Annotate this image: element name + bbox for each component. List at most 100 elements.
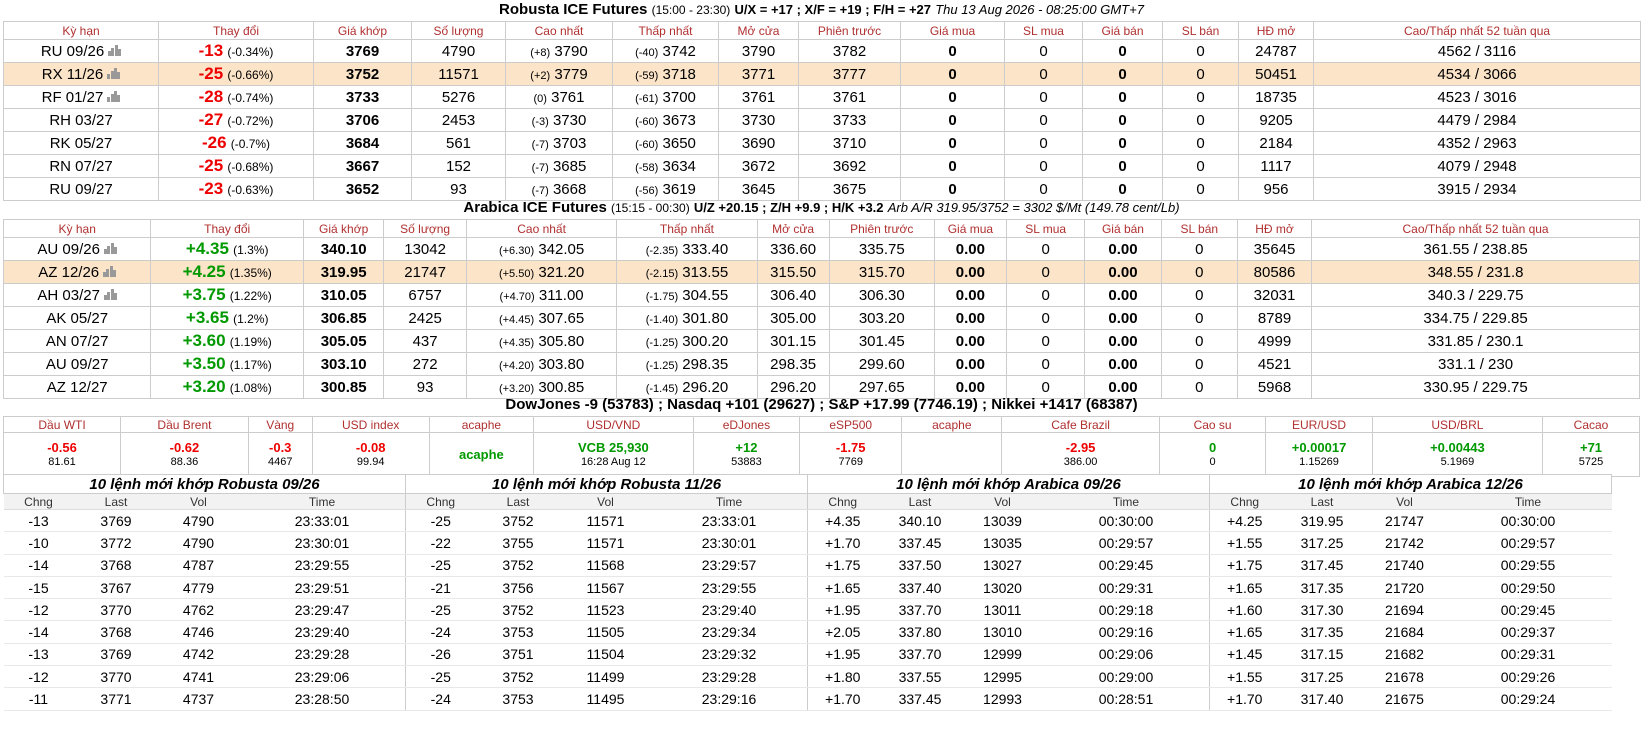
trade-change: +1.65 bbox=[1209, 620, 1280, 644]
ask-quantity: 0 bbox=[1162, 39, 1239, 63]
market-usd-vnd[interactable]: VCB 25,930 16:28 Aug 12 bbox=[533, 432, 694, 477]
contract-term: RF 01/27 bbox=[41, 88, 104, 106]
robusta-term-cell[interactable]: RF 01/27 bbox=[3, 85, 159, 109]
volume: 6757 bbox=[383, 283, 467, 307]
trade-change: -25 bbox=[405, 554, 476, 577]
trade-last: 3752 bbox=[475, 598, 561, 622]
robusta-term-cell[interactable]: RK 05/27 bbox=[3, 131, 159, 155]
high-cell: (+5.50) 321.20 bbox=[465, 260, 618, 284]
market-d-u-brent[interactable]: -0.62 88.36 bbox=[120, 432, 249, 477]
market-acaphe[interactable] bbox=[901, 432, 1003, 477]
contract-term: RU 09/26 bbox=[40, 42, 105, 60]
open-price: 3761 bbox=[718, 85, 799, 109]
ask-price: 0 bbox=[1082, 85, 1163, 109]
arabica-change-cell: +3.65 (1.2%) bbox=[150, 306, 304, 330]
arabica-row[interactable]: AK 05/27 +3.65 (1.2%) 306.85 2425 (+4.45) 30… bbox=[2, 306, 1640, 330]
arabica-row[interactable]: AN 07/27 +3.60 (1.19%) 305.05 437 (+4.35) 30… bbox=[2, 329, 1640, 353]
robusta-row[interactable]: RU 09/26 -13 (-0.34%) 3769 4790 (+8) 3790 (-4… bbox=[3, 39, 1641, 63]
robusta-col-header: Thay đổi bbox=[158, 21, 314, 40]
market-usd-index[interactable]: -0.08 99.94 bbox=[311, 432, 430, 477]
robusta-row[interactable]: RU 09/27 -23 (-0.63%) 3652 93 (-7) 3668 (-56)… bbox=[3, 177, 1641, 201]
chart-icon[interactable] bbox=[103, 265, 117, 277]
market-d-u-wti[interactable]: -0.56 81.61 bbox=[2, 432, 122, 477]
bid-quantity: 0 bbox=[1004, 154, 1083, 178]
ask-quantity: 0 bbox=[1160, 352, 1238, 376]
robusta-term-cell[interactable]: RX 11/26 bbox=[3, 62, 159, 86]
chart-icon[interactable] bbox=[107, 90, 121, 102]
volume: 5276 bbox=[411, 85, 506, 109]
trade-time: 23:29:34 bbox=[650, 620, 808, 644]
arabica-term-cell[interactable]: AU 09/27 bbox=[2, 352, 152, 376]
trades-title: 10 lệnh mới khớp Robusta 11/26 bbox=[404, 474, 809, 494]
contract-term: AU 09/26 bbox=[37, 240, 100, 258]
trade-row: +2.05 337.80 13010 00:29:16 bbox=[807, 620, 1210, 644]
trade-change: -15 bbox=[3, 576, 74, 600]
high-diff: (+4.70) bbox=[499, 290, 535, 303]
bid-price: 0 bbox=[900, 177, 1005, 201]
market-cafe-brazil[interactable]: -2.95 386.00 bbox=[1001, 432, 1160, 477]
robusta-title: Robusta ICE Futures (15:00 - 23:30) U/X … bbox=[0, 1, 1643, 18]
market-edjones[interactable]: +12 53883 bbox=[692, 432, 801, 477]
trade-volume: 13020 bbox=[962, 576, 1043, 600]
robusta-row[interactable]: RN 07/27 -25 (-0.68%) 3667 152 (-7) 3685 (-58… bbox=[3, 154, 1641, 178]
robusta-row[interactable]: RK 05/27 -26 (-0.7%) 3684 561 (-7) 3703 (-60)… bbox=[3, 131, 1641, 155]
market-cao-su[interactable]: 00 bbox=[1158, 432, 1267, 477]
bid-quantity: 0 bbox=[1005, 283, 1086, 307]
market-sub: 5725 bbox=[1578, 455, 1604, 468]
trade-time: 23:29:28 bbox=[238, 643, 406, 667]
robusta-term-cell[interactable]: RN 07/27 bbox=[3, 154, 159, 178]
high-price: 311.00 bbox=[538, 286, 584, 304]
arabica-term-cell[interactable]: AU 09/26 bbox=[2, 237, 152, 261]
chart-icon[interactable] bbox=[103, 242, 117, 254]
high-cell: (+2) 3779 bbox=[505, 62, 613, 86]
market-usd-brl[interactable]: +0.00443 5.1969 bbox=[1371, 432, 1544, 477]
arabica-row[interactable]: AH 03/27 +3.75 (1.22%) 310.05 6757 (+4.70) 3… bbox=[2, 283, 1640, 307]
chart-icon[interactable] bbox=[103, 288, 117, 300]
arabica-row[interactable]: AZ 12/26 +4.25 (1.35%) 319.95 21747 (+5.50) … bbox=[2, 260, 1640, 284]
change-percent: (-0.66%) bbox=[227, 68, 274, 82]
open-price: 3645 bbox=[718, 177, 799, 201]
robusta-row[interactable]: RH 03/27 -27 (-0.72%) 3706 2453 (-3) 3730 (-6… bbox=[3, 108, 1641, 132]
robusta-term-cell[interactable]: RU 09/26 bbox=[3, 39, 159, 63]
high-diff: (+4.35) bbox=[498, 336, 535, 349]
arabica-term-cell[interactable]: AK 05/27 bbox=[2, 306, 152, 330]
market-acaphe[interactable]: acaphe bbox=[428, 432, 535, 477]
trade-volume: 4741 bbox=[158, 665, 239, 689]
trade-last: 3755 bbox=[475, 531, 561, 555]
high-low-52-week: 4079 / 2948 bbox=[1313, 154, 1641, 178]
low-diff: (-1.40) bbox=[645, 313, 679, 326]
trade-time: 23:29:16 bbox=[650, 687, 808, 711]
last-price: 3652 bbox=[313, 177, 412, 201]
market-cacao[interactable]: +71 5725 bbox=[1542, 432, 1640, 477]
trade-change: -25 bbox=[405, 509, 476, 533]
arabica-term-cell[interactable]: AN 07/27 bbox=[2, 329, 152, 353]
last-price: 3706 bbox=[313, 108, 412, 132]
market-eur-usd[interactable]: +0.00017 1.15269 bbox=[1265, 432, 1373, 477]
robusta-row[interactable]: RX 11/26 -25 (-0.66%) 3752 11571 (+2) 3779 (-… bbox=[3, 62, 1641, 86]
arabica-term-cell[interactable]: AH 03/27 bbox=[2, 283, 152, 307]
arabica-term-cell[interactable]: AZ 12/26 bbox=[2, 260, 152, 284]
market-esp500[interactable]: -1.75 7769 bbox=[799, 432, 903, 477]
trade-last: 337.45 bbox=[877, 531, 963, 555]
trade-row: +1.70 317.40 21675 00:29:24 bbox=[1209, 687, 1612, 711]
market-v-ng[interactable]: -0.3 4467 bbox=[247, 432, 313, 477]
trade-last: 3770 bbox=[73, 598, 159, 622]
chart-icon[interactable] bbox=[107, 67, 121, 79]
robusta-row[interactable]: RF 01/27 -28 (-0.74%) 3733 5276 (0) 3761 (-61… bbox=[3, 85, 1641, 109]
contract-term: AN 07/27 bbox=[45, 332, 109, 350]
robusta-term-cell[interactable]: RU 09/27 bbox=[3, 177, 159, 201]
market-sub: 386.00 bbox=[1063, 455, 1098, 468]
trade-time: 00:30:00 bbox=[1042, 509, 1210, 533]
trade-time: 00:29:31 bbox=[1444, 643, 1612, 667]
low-diff: (-58) bbox=[635, 161, 659, 174]
chart-icon[interactable] bbox=[108, 44, 122, 56]
arabica-row[interactable]: AU 09/26 +4.35 (1.3%) 340.10 13042 (+6.30) 3… bbox=[2, 237, 1640, 261]
bid-quantity: 0 bbox=[1005, 329, 1086, 353]
robusta-term-cell[interactable]: RH 03/27 bbox=[3, 108, 159, 132]
arabica-row[interactable]: AU 09/27 +3.50 (1.17%) 303.10 272 (+4.20) 30… bbox=[2, 352, 1640, 376]
contract-term: AU 09/27 bbox=[45, 355, 109, 373]
previous-price: 3692 bbox=[798, 154, 901, 178]
market-sub: 0 bbox=[1209, 455, 1216, 468]
low-price: 3619 bbox=[662, 180, 696, 198]
trade-row: +1.95 337.70 13011 00:29:18 bbox=[807, 598, 1210, 622]
